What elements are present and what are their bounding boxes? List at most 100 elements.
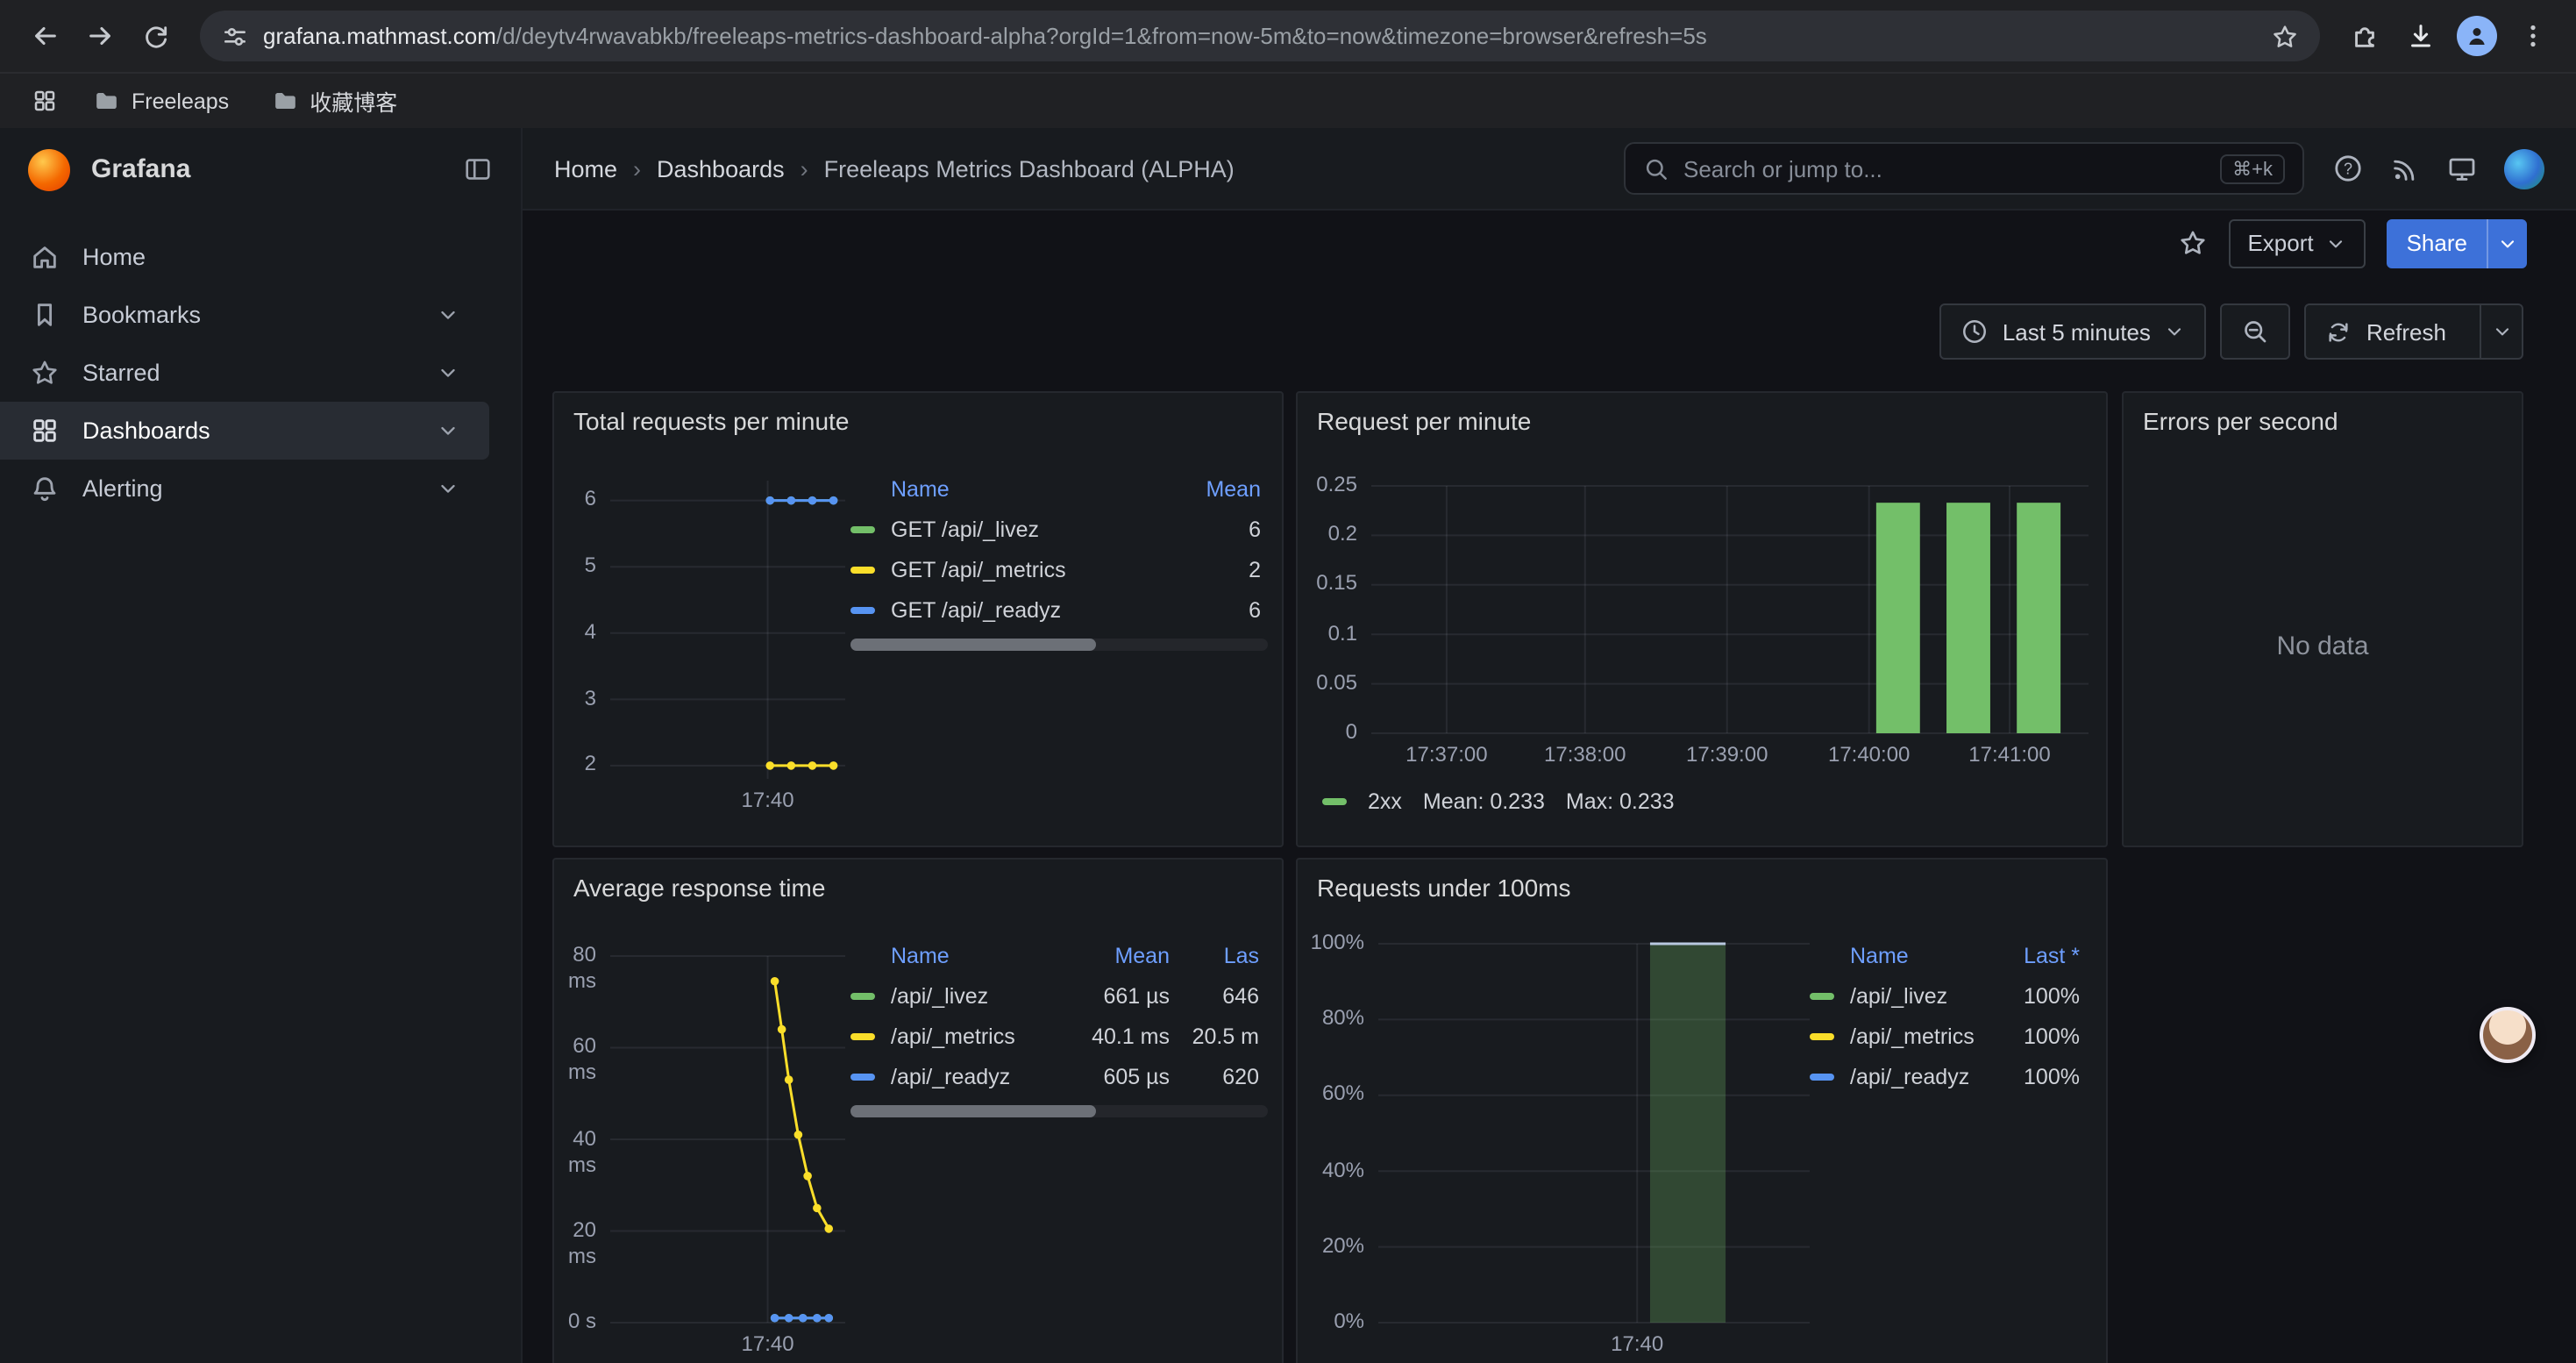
panel-title[interactable]: Errors per second	[2124, 393, 2522, 449]
collapse-sidebar-icon[interactable]	[463, 154, 493, 184]
legend-col-mean[interactable]: Mean	[1159, 477, 1268, 502]
series-last: 100%	[1999, 983, 2090, 1008]
browser-reload-button[interactable]	[130, 10, 182, 62]
legend-row[interactable]: /api/_metrics 100%	[1810, 1016, 2090, 1056]
browser-forward-button[interactable]	[74, 10, 126, 62]
sidebar-item-starred[interactable]: Starred	[0, 344, 489, 402]
legend-header: Name Last *	[1810, 937, 2090, 975]
url-text[interactable]: grafana.mathmast.com/d/deytv4rwavabkb/fr…	[263, 23, 2257, 49]
under-100ms-chart[interactable]: 17:40100%80%60%40%20%0%	[1308, 923, 1817, 1363]
series-name[interactable]: /api/_metrics	[1850, 1024, 1999, 1048]
legend-row[interactable]: /api/_metrics 40.1 ms 20.5 m	[850, 1016, 1268, 1056]
folder-icon	[93, 88, 119, 114]
scrollbar-thumb[interactable]	[850, 1105, 1096, 1117]
scrollbar-thumb[interactable]	[850, 639, 1096, 651]
legend-col-name[interactable]: Name	[1810, 944, 1999, 968]
legend-header: Name Mean Las	[850, 937, 1268, 975]
export-button[interactable]: Export	[2228, 218, 2366, 268]
browser-profile-avatar[interactable]	[2450, 10, 2502, 62]
floating-assistant-avatar[interactable]	[2480, 1007, 2536, 1063]
legend-col-name[interactable]: Name	[850, 944, 1070, 968]
zoom-out-button[interactable]	[2221, 303, 2291, 360]
series-swatch	[850, 1073, 875, 1080]
panel-title[interactable]: Requests under 100ms	[1298, 860, 2106, 916]
browser-back-button[interactable]	[18, 10, 70, 62]
legend-row[interactable]: /api/_readyz 100%	[1810, 1056, 2090, 1096]
legend-row[interactable]: GET /api/_livez 6	[850, 509, 1268, 549]
nav-icon-group	[2332, 148, 2544, 189]
downloads-icon[interactable]	[2394, 10, 2446, 62]
grafana-logo[interactable]	[28, 148, 70, 190]
legend-col-last[interactable]: Last *	[1999, 944, 2090, 968]
time-range-picker[interactable]: Last 5 minutes	[1939, 303, 2207, 360]
browser-menu-icon[interactable]	[2506, 10, 2558, 62]
refresh-button[interactable]: Refresh	[2307, 305, 2466, 358]
user-avatar[interactable]	[2504, 148, 2544, 189]
bookmark-item-freeleaps[interactable]: Freeleaps	[77, 81, 245, 121]
sidebar-item-dashboards[interactable]: Dashboards	[0, 402, 489, 460]
brand-title: Grafana	[91, 154, 442, 184]
favorite-star-icon[interactable]	[2177, 228, 2207, 258]
series-name[interactable]: GET /api/_livez	[891, 517, 1159, 541]
series-mean: 6	[1159, 517, 1268, 541]
news-rss-icon[interactable]	[2390, 153, 2420, 183]
series-name[interactable]: 2xx	[1368, 789, 1402, 814]
legend-row[interactable]: /api/_readyz 605 µs 620	[850, 1056, 1268, 1096]
average-response-chart[interactable]: 17:4080 ms60 ms40 ms20 ms0 s	[565, 923, 854, 1363]
help-icon[interactable]	[2332, 153, 2364, 184]
panel-title[interactable]: Average response time	[554, 860, 1282, 916]
legend-row[interactable]: /api/_livez 661 µs 646	[850, 975, 1268, 1016]
bell-icon	[30, 474, 60, 503]
panel-title[interactable]: Total requests per minute	[554, 393, 1282, 449]
breadcrumb-home[interactable]: Home	[554, 155, 617, 182]
series-swatch	[1810, 992, 1834, 999]
chevron-down-icon[interactable]	[437, 361, 459, 384]
sidebar-item-alerting[interactable]: Alerting	[0, 460, 489, 517]
series-name[interactable]: GET /api/_metrics	[891, 557, 1159, 582]
refresh-interval-caret[interactable]	[2480, 305, 2522, 358]
legend-row[interactable]: GET /api/_metrics 2	[850, 549, 1268, 589]
search-input[interactable]: Search or jump to... ⌘+k	[1624, 142, 2304, 195]
extensions-icon[interactable]	[2338, 10, 2390, 62]
series-name[interactable]: /api/_readyz	[891, 1064, 1070, 1088]
legend-col-name[interactable]: Name	[850, 477, 1159, 502]
share-menu-caret[interactable]	[2487, 218, 2527, 268]
series-name[interactable]: GET /api/_readyz	[891, 597, 1159, 622]
kiosk-monitor-icon[interactable]	[2446, 153, 2478, 184]
chevron-down-icon[interactable]	[437, 477, 459, 500]
apps-grid-icon[interactable]	[21, 78, 67, 124]
series-name[interactable]: /api/_readyz	[1850, 1064, 1999, 1088]
refresh-icon	[2326, 318, 2352, 345]
legend-col-last[interactable]: Las	[1170, 944, 1268, 968]
share-button[interactable]: Share	[2387, 218, 2527, 268]
main-area: Home › Dashboards › Freeleaps Metrics Da…	[523, 128, 2576, 1363]
chevron-down-icon[interactable]	[437, 419, 459, 442]
sidebar: Grafana Home Bookmarks Starred	[0, 128, 523, 1363]
sidebar-item-bookmarks[interactable]: Bookmarks	[0, 286, 489, 344]
legend-col-mean[interactable]: Mean	[1070, 944, 1170, 968]
series-name[interactable]: /api/_livez	[891, 983, 1070, 1008]
legend-inline[interactable]: 2xx Mean: 0.233 Max: 0.233	[1322, 789, 1675, 814]
series-name[interactable]: /api/_livez	[1850, 983, 1999, 1008]
sidebar-item-home[interactable]: Home	[0, 228, 489, 286]
legend-row[interactable]: /api/_livez 100%	[1810, 975, 2090, 1016]
bookmark-star-icon[interactable]	[2271, 22, 2299, 50]
search-icon	[1643, 155, 1669, 182]
bookmark-item-blogs[interactable]: 收藏博客	[255, 77, 413, 125]
breadcrumb-dashboards[interactable]: Dashboards	[657, 155, 785, 182]
panel-title[interactable]: Request per minute	[1298, 393, 2106, 449]
total-requests-chart[interactable]: 17:4065432	[565, 456, 854, 833]
legend-row[interactable]: GET /api/_readyz 6	[850, 589, 1268, 630]
chevron-down-icon[interactable]	[437, 303, 459, 326]
legend-scrollbar[interactable]	[850, 639, 1268, 651]
url-bar[interactable]: grafana.mathmast.com/d/deytv4rwavabkb/fr…	[200, 11, 2320, 61]
sidebar-header: Grafana	[0, 128, 521, 211]
sidebar-nav: Home Bookmarks Starred Dashboards	[0, 211, 521, 517]
share-label[interactable]: Share	[2387, 218, 2487, 268]
zoom-out-icon	[2242, 318, 2270, 346]
series-name[interactable]: /api/_metrics	[891, 1024, 1070, 1048]
time-range-label: Last 5 minutes	[2003, 318, 2151, 345]
site-settings-icon[interactable]	[221, 22, 249, 50]
requests-per-minute-chart[interactable]: 17:37:0017:38:0017:39:0017:40:0017:41:00…	[1308, 456, 2099, 781]
legend-scrollbar[interactable]	[850, 1105, 1268, 1117]
